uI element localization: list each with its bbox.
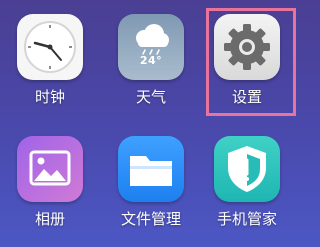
weather-icon[interactable]: 24°	[118, 14, 184, 80]
weather-temperature: 24°	[139, 54, 163, 67]
app-label: 相册	[34, 210, 65, 228]
app-gallery[interactable]: 相册	[10, 136, 90, 236]
shield-icon[interactable]	[214, 136, 280, 202]
photo-icon[interactable]	[17, 136, 83, 202]
app-weather[interactable]: 24° 天气	[111, 14, 191, 114]
app-manager[interactable]: 手机管家	[207, 136, 287, 236]
home-screen: 时钟 24° 天气 设置 相册 文件管理 手机管家	[0, 0, 319, 247]
app-label: 天气	[135, 88, 166, 106]
app-label: 文件管理	[120, 210, 181, 228]
gear-icon[interactable]	[214, 14, 280, 80]
app-clock[interactable]: 时钟	[10, 14, 90, 114]
app-label: 时钟	[34, 88, 65, 106]
app-label: 手机管家	[216, 210, 277, 228]
folder-icon[interactable]	[118, 136, 184, 202]
app-settings[interactable]: 设置	[207, 14, 287, 114]
clock-icon[interactable]	[17, 14, 83, 80]
app-files[interactable]: 文件管理	[111, 136, 191, 236]
app-label: 设置	[231, 88, 262, 106]
